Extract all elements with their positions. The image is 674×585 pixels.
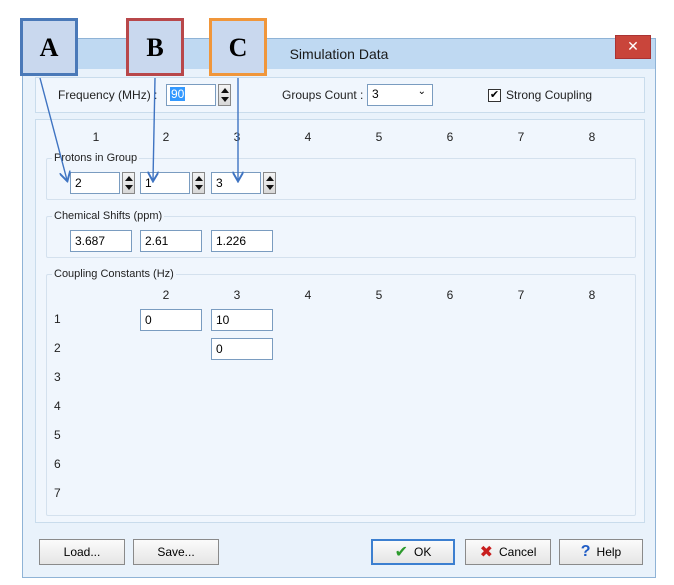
coupling-column-header-8: 8: [588, 288, 596, 302]
column-header-7: 7: [517, 130, 525, 144]
column-header-6: 6: [446, 130, 454, 144]
protons-spinner-1[interactable]: [122, 172, 135, 194]
protons-input-1[interactable]: 2: [70, 172, 120, 194]
load-button[interactable]: Load...: [39, 539, 125, 565]
coupling-label: Coupling Constants (Hz): [52, 268, 176, 280]
spin-up-icon: [125, 176, 133, 181]
cancel-label: Cancel: [499, 545, 537, 559]
window-title: Simulation Data: [289, 46, 389, 62]
coupling-column-header-3: 3: [233, 288, 241, 302]
spin-down-icon: [195, 185, 203, 190]
close-icon: ✕: [627, 38, 639, 54]
coupling-column-header-4: 4: [304, 288, 312, 302]
strong-coupling-label: Strong Coupling: [506, 88, 593, 102]
protons-input-3[interactable]: 3: [211, 172, 261, 194]
frequency-spinner[interactable]: [218, 84, 231, 106]
annotation-a: A: [20, 18, 78, 76]
coupling-row-label-3: 3: [54, 370, 61, 384]
spin-up-icon: [266, 176, 274, 181]
groups-count-value: 3: [372, 87, 379, 101]
spin-down-icon: [125, 185, 133, 190]
shift-input-1[interactable]: 3.687: [70, 230, 132, 252]
coupling-column-header-6: 6: [446, 288, 454, 302]
frequency-input[interactable]: 90: [166, 84, 216, 106]
coupling-input-2-3[interactable]: 0: [211, 338, 273, 360]
coupling-row-label-6: 6: [54, 457, 61, 471]
coupling-row-label-7: 7: [54, 486, 61, 500]
annotation-c: C: [209, 18, 267, 76]
shifts-group-box: [46, 216, 636, 258]
protons-spinner-3[interactable]: [263, 172, 276, 194]
column-header-2: 2: [162, 130, 170, 144]
checkmark-icon: ✔: [394, 544, 409, 561]
column-header-1: 1: [92, 130, 100, 144]
cancel-x-icon: ✖: [479, 544, 494, 561]
strong-coupling-checkbox[interactable]: ✔: [488, 89, 501, 102]
frequency-label: Frequency (MHz) :: [58, 88, 158, 102]
protons-spinner-2[interactable]: [192, 172, 205, 194]
save-button[interactable]: Save...: [133, 539, 219, 565]
coupling-column-header-2: 2: [162, 288, 170, 302]
spin-up-icon: [195, 176, 203, 181]
question-mark-icon: ?: [580, 543, 591, 560]
coupling-row-label-2: 2: [54, 341, 61, 355]
shift-input-3[interactable]: 1.226: [211, 230, 273, 252]
annotation-b-label: B: [146, 33, 164, 62]
save-label: Save...: [157, 545, 195, 559]
ok-label: OK: [414, 545, 432, 559]
column-header-3: 3: [233, 130, 241, 144]
help-label: Help: [596, 545, 622, 559]
shift-input-2[interactable]: 2.61: [140, 230, 202, 252]
column-header-4: 4: [304, 130, 312, 144]
groups-panel: 12345678 Protons in Group Chemical Shift…: [35, 119, 645, 523]
groups-count-select[interactable]: 3 ⌄: [367, 84, 433, 106]
coupling-input-1-2[interactable]: 0: [140, 309, 202, 331]
annotation-b: B: [126, 18, 184, 76]
coupling-input-1-3[interactable]: 10: [211, 309, 273, 331]
annotation-c-label: C: [228, 33, 248, 62]
coupling-column-header-5: 5: [375, 288, 383, 302]
coupling-column-header-7: 7: [517, 288, 525, 302]
settings-panel: Frequency (MHz) : 90 Groups Count : 3 ⌄ …: [35, 77, 645, 113]
close-button[interactable]: ✕: [615, 35, 651, 59]
ok-button[interactable]: ✔ OK: [371, 539, 455, 565]
annotation-a-label: A: [39, 33, 59, 62]
groups-count-label: Groups Count :: [282, 88, 364, 102]
column-header-8: 8: [588, 130, 596, 144]
chevron-down-icon: ⌄: [417, 86, 426, 97]
coupling-row-label-5: 5: [54, 428, 61, 442]
help-button[interactable]: ? Help: [559, 539, 643, 565]
checkmark-icon: ✔: [489, 89, 500, 101]
cancel-button[interactable]: ✖ Cancel: [465, 539, 551, 565]
load-label: Load...: [63, 545, 101, 559]
coupling-row-label-4: 4: [54, 399, 61, 413]
spin-down-icon: [221, 97, 229, 102]
title-bar: Simulation Data ✕: [23, 35, 655, 69]
frequency-value: 90: [170, 87, 186, 101]
shifts-label: Chemical Shifts (ppm): [52, 210, 165, 222]
coupling-group-box: [46, 274, 636, 516]
protons-input-2[interactable]: 1: [140, 172, 190, 194]
spin-down-icon: [266, 185, 274, 190]
spin-up-icon: [221, 88, 229, 93]
coupling-row-label-1: 1: [54, 312, 61, 326]
column-header-5: 5: [375, 130, 383, 144]
protons-label: Protons in Group: [52, 152, 140, 164]
simulation-data-dialog: Simulation Data ✕ Frequency (MHz) : 90 G…: [22, 35, 656, 578]
